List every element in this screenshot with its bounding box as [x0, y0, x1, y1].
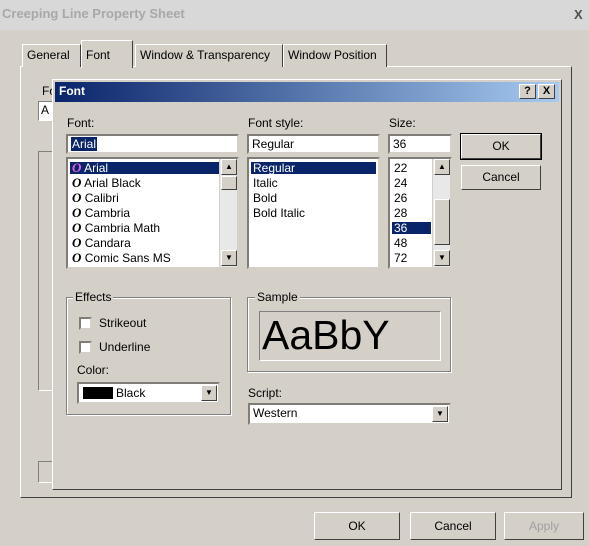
tab-font[interactable]: Font	[81, 40, 133, 68]
font-list[interactable]: O Arial O Arial Black O Calibri O Cambri…	[66, 157, 239, 269]
effects-label: Effects	[73, 290, 114, 304]
underline-checkbox[interactable]	[79, 341, 92, 354]
outer-window-title: Creeping Line Property Sheet	[2, 6, 185, 21]
tab-general[interactable]: General	[22, 44, 81, 67]
font-type-icon: O	[72, 220, 82, 235]
sample-label: Sample	[255, 290, 300, 304]
size-item[interactable]: 24	[392, 177, 409, 189]
font-style-input[interactable]: Regular	[247, 134, 380, 154]
underline-label: Underline	[99, 340, 151, 354]
script-value: Western	[253, 406, 298, 420]
script-label: Script:	[248, 386, 283, 400]
font-name-input[interactable]: Arial	[66, 134, 239, 154]
size-input[interactable]: 36	[388, 134, 452, 154]
size-list[interactable]: 22 24 26 28 36 48 72 ▲ ▼	[388, 157, 452, 269]
font-name-value: Arial	[71, 137, 98, 151]
font-style-item[interactable]: Regular	[251, 162, 376, 174]
font-list-scrollbar[interactable]: ▲ ▼	[219, 159, 237, 267]
size-label: Size:	[389, 116, 416, 130]
font-list-item[interactable]: O Candara	[70, 235, 133, 250]
font-type-icon: O	[72, 250, 82, 265]
size-item[interactable]: 26	[392, 192, 409, 204]
outer-ok-button[interactable]: OK	[314, 512, 400, 540]
font-type-icon: O	[72, 205, 82, 220]
size-item[interactable]: 72	[392, 252, 409, 264]
font-list-item[interactable]: O Arial Black	[70, 175, 143, 190]
font-list-item[interactable]: O Calibri	[70, 190, 121, 205]
font-type-icon: O	[72, 160, 82, 175]
font-style-item[interactable]: Italic	[251, 177, 280, 189]
font-style-item[interactable]: Bold	[251, 192, 279, 204]
chevron-down-icon[interactable]: ▼	[201, 385, 217, 401]
font-type-icon: O	[72, 190, 82, 205]
chevron-down-icon[interactable]: ▼	[432, 406, 448, 422]
size-item[interactable]: 28	[392, 207, 409, 219]
font-type-icon: O	[72, 235, 82, 250]
tab-window-position[interactable]: Window Position	[283, 44, 387, 67]
font-list-item[interactable]: O Cambria Math	[70, 220, 162, 235]
dialog-cancel-button[interactable]: Cancel	[461, 165, 541, 190]
color-value: Black	[116, 386, 146, 400]
font-dialog-title-bar	[55, 82, 559, 102]
font-label: Font:	[67, 116, 95, 130]
size-list-scrollbar[interactable]: ▲ ▼	[432, 159, 450, 267]
outer-close-icon[interactable]: X	[574, 7, 583, 22]
scroll-thumb[interactable]	[221, 176, 237, 190]
dialog-ok-button[interactable]: OK	[460, 133, 542, 160]
sample-preview: AaBbY	[259, 311, 441, 361]
outer-apply-button[interactable]: Apply	[504, 512, 584, 540]
scroll-up-icon[interactable]: ▲	[221, 159, 237, 175]
color-swatch	[83, 387, 113, 399]
color-select[interactable]: Black ▼	[77, 382, 220, 404]
strikeout-label: Strikeout	[99, 316, 147, 330]
dialog-close-icon[interactable]: X	[538, 84, 555, 99]
font-dialog-title: Font	[59, 84, 85, 98]
font-list-item[interactable]: O Comic Sans MS	[70, 250, 173, 265]
font-list-item[interactable]: O Cambria	[70, 205, 132, 220]
size-item[interactable]: 22	[392, 162, 409, 174]
size-item[interactable]: 48	[392, 237, 409, 249]
scroll-down-icon[interactable]: ▼	[221, 250, 237, 266]
scroll-thumb[interactable]	[434, 199, 450, 245]
scroll-down-icon[interactable]: ▼	[434, 250, 450, 266]
tab-window-transparency[interactable]: Window & Transparency	[135, 44, 283, 67]
outer-cancel-button[interactable]: Cancel	[410, 512, 496, 540]
size-item[interactable]: 36	[392, 222, 431, 234]
font-style-item[interactable]: Bold Italic	[251, 207, 307, 219]
font-style-label: Font style:	[248, 116, 304, 130]
font-type-icon: O	[72, 175, 82, 190]
strikeout-checkbox[interactable]	[79, 317, 92, 330]
color-label: Color:	[77, 363, 110, 377]
font-list-item[interactable]: O Arial	[70, 160, 220, 175]
script-select[interactable]: Western ▼	[248, 403, 451, 425]
help-icon[interactable]: ?	[519, 84, 536, 99]
sample-text: AaBbY	[262, 312, 390, 358]
font-style-list[interactable]: Regular Italic Bold Bold Italic	[247, 157, 380, 269]
scroll-up-icon[interactable]: ▲	[434, 159, 450, 175]
